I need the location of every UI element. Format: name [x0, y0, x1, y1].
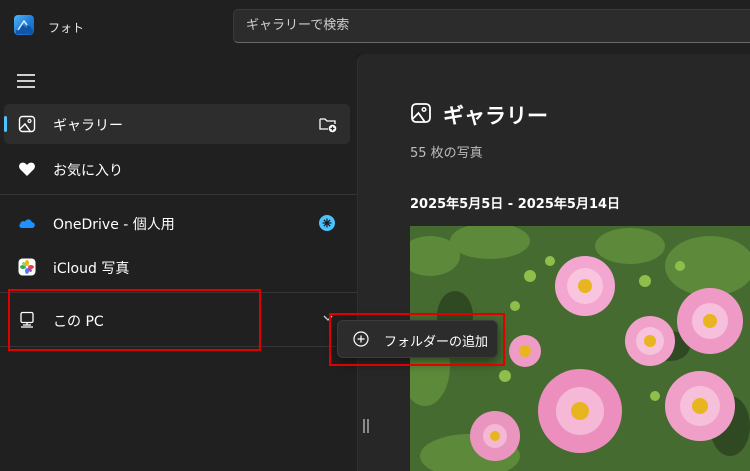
gallery-icon: [411, 103, 431, 123]
divider: [0, 194, 357, 195]
search-input[interactable]: ギャラリーで検索: [233, 9, 750, 43]
photos-app-icon: [14, 15, 34, 35]
app-title: フォト: [48, 21, 85, 35]
highlight-box-this-pc: [8, 289, 261, 351]
page-title: ギャラリー: [443, 104, 548, 128]
photo-count: 55 枚の写真: [410, 146, 483, 161]
sidebar-item-icloud[interactable]: iCloud 写真: [4, 247, 350, 287]
sidebar-item-gallery[interactable]: ギャラリー: [4, 104, 350, 144]
selection-indicator: [4, 116, 7, 132]
sync-status-icon: [319, 215, 335, 231]
icloud-photos-icon: [18, 258, 36, 276]
date-range-heading: 2025年5月5日 - 2025年5月14日: [410, 197, 621, 212]
pane-resize-handle[interactable]: [363, 419, 369, 433]
add-folder-icon[interactable]: [318, 114, 338, 134]
gallery-icon: [18, 115, 36, 133]
heart-icon: [19, 162, 35, 176]
sidebar-item-label: お気に入り: [53, 163, 123, 179]
sidebar-item-label: iCloud 写真: [53, 261, 130, 277]
sidebar-item-label: ギャラリー: [53, 118, 123, 134]
highlight-box-add-folder: [329, 313, 505, 366]
sidebar-item-onedrive[interactable]: OneDrive - 個人用: [4, 203, 350, 243]
onedrive-cloud-icon: [19, 219, 35, 228]
hamburger-menu-icon[interactable]: [17, 74, 35, 88]
sidebar-item-label: OneDrive - 個人用: [53, 217, 175, 233]
sidebar-item-favorites[interactable]: お気に入り: [4, 149, 350, 189]
